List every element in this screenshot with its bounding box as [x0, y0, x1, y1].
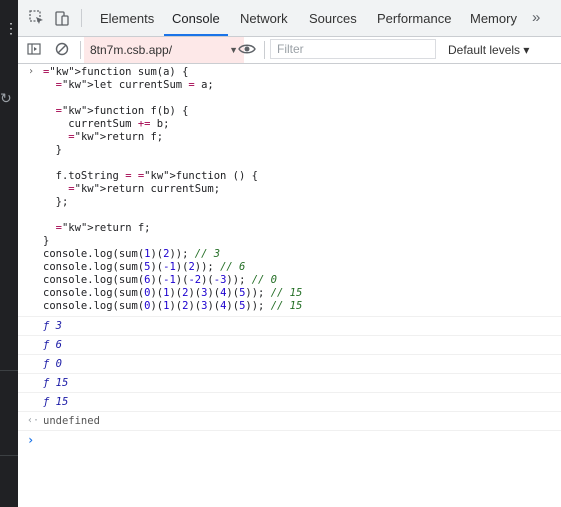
- eye-icon[interactable]: [238, 41, 256, 59]
- strip-divider: [0, 370, 18, 371]
- chevron-down-icon: ▼: [229, 45, 238, 55]
- console-log-row: ƒ 15: [18, 392, 561, 412]
- console-log-row: ƒ 0: [18, 354, 561, 374]
- code-line: f.toString = ="kw">function () {: [43, 170, 258, 182]
- code-line: console.log(sum(1)(2)); // 3: [43, 248, 221, 260]
- more-tabs-icon[interactable]: »: [532, 0, 540, 36]
- reload-icon: ↻: [0, 90, 12, 106]
- tab-sources[interactable]: Sources: [309, 0, 357, 36]
- input-prompt-icon: ›: [28, 66, 35, 77]
- code-line: ="kw">function f(b) {: [55, 105, 189, 117]
- tab-console[interactable]: Console: [164, 0, 228, 36]
- tab-elements[interactable]: Elements: [100, 0, 154, 36]
- console-log-row: ƒ 6: [18, 335, 561, 355]
- code-line: ="kw">function sum(a) {: [43, 66, 189, 78]
- return-arrow-icon: ‹·: [27, 415, 40, 426]
- console-log-row: ƒ 3: [18, 316, 561, 336]
- tab-divider: [81, 9, 82, 27]
- log-levels-dropdown[interactable]: Default levels ▾: [448, 37, 529, 63]
- inspect-element-icon[interactable]: [28, 9, 46, 27]
- devtools-tab-bar: Elements Console Network Sources Perform…: [18, 0, 561, 37]
- code-line: console.log(sum(5)(-1)(2)); // 6: [43, 261, 246, 273]
- log-output: ƒ 3: [43, 320, 62, 332]
- context-label: 8tn7m.csb.app/: [90, 43, 173, 57]
- console-input-entry: › ="kw">function sum(a) { ="kw">let curr…: [18, 64, 561, 316]
- console-prompt-row[interactable]: ›: [18, 430, 561, 450]
- prompt-caret-icon: ›: [27, 433, 35, 447]
- code-line: console.log(sum(0)(1)(2)(3)(4)(5)); // 1…: [43, 287, 303, 299]
- return-value: undefined: [43, 415, 100, 427]
- filter-input[interactable]: [271, 40, 433, 58]
- log-output: ƒ 6: [43, 339, 62, 351]
- log-output: ƒ 15: [43, 396, 69, 408]
- code-line: };: [43, 196, 69, 208]
- sidebar-toggle-icon[interactable]: [26, 41, 44, 59]
- strip-divider: [0, 455, 18, 456]
- context-selector[interactable]: 8tn7m.csb.app/ ▼: [84, 37, 244, 63]
- log-output: ƒ 0: [43, 358, 62, 370]
- kebab-menu-icon[interactable]: ⋮: [4, 18, 18, 38]
- console-return-row: ‹· undefined: [18, 411, 561, 431]
- device-toolbar-icon[interactable]: [53, 9, 71, 27]
- code-line: ="kw">return f;: [55, 222, 151, 234]
- filter-field[interactable]: [270, 39, 436, 59]
- code-line: ="kw">let currentSum = a;: [55, 79, 214, 91]
- code-line: currentSum += b;: [43, 118, 170, 130]
- clear-console-icon[interactable]: [54, 41, 72, 59]
- log-output: ƒ 15: [43, 377, 69, 389]
- code-line: ="kw">return currentSum;: [68, 183, 221, 195]
- code-block: ="kw">function sum(a) { ="kw">let curren…: [43, 66, 302, 313]
- tab-performance[interactable]: Performance: [377, 0, 451, 36]
- left-page-strip: ⋮ ↻: [0, 0, 18, 507]
- code-line: }: [43, 235, 50, 247]
- toolbar-divider: [80, 41, 81, 59]
- devtools-panel: Elements Console Network Sources Perform…: [18, 0, 561, 507]
- console-area[interactable]: › ="kw">function sum(a) { ="kw">let curr…: [18, 64, 561, 507]
- code-line: ="kw">return f;: [68, 131, 164, 143]
- tab-network[interactable]: Network: [240, 0, 288, 36]
- code-line: console.log(sum(6)(-1)(-2)(-3)); // 0: [43, 274, 278, 286]
- tab-memory[interactable]: Memory: [470, 0, 517, 36]
- toolbar-divider: [264, 41, 265, 59]
- code-line: console.log(sum(0)(1)(2)(3)(4)(5)); // 1…: [43, 300, 303, 312]
- console-toolbar: 8tn7m.csb.app/ ▼ Default levels ▾: [18, 37, 561, 64]
- code-line: }: [43, 144, 62, 156]
- console-log-row: ƒ 15: [18, 373, 561, 393]
